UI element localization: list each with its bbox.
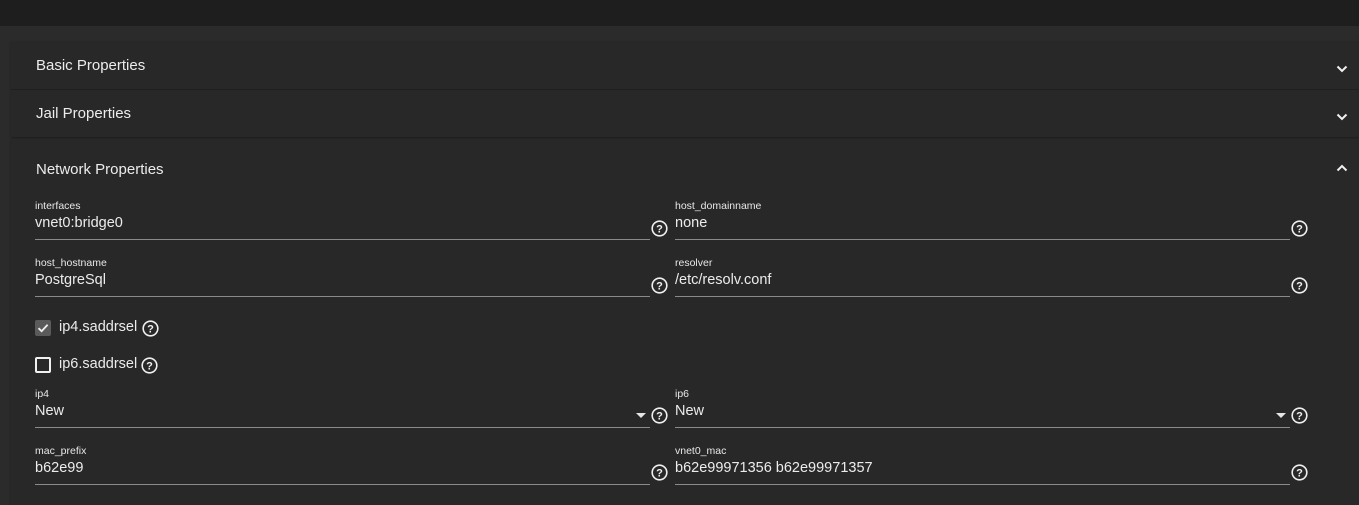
host-domainname-underline	[675, 239, 1290, 240]
svg-text:?: ?	[147, 324, 154, 336]
svg-text:?: ?	[146, 361, 153, 373]
help-circle-icon[interactable]: ?	[651, 220, 668, 237]
host-hostname-label: host_hostname	[35, 257, 107, 269]
vnet0-mac-field[interactable]: vnet0_mac b62e99971356 b62e99971357 ?	[675, 445, 1325, 487]
resolver-field[interactable]: resolver /etc/resolv.conf ?	[675, 257, 1325, 299]
help-circle-icon[interactable]: ?	[1291, 464, 1308, 481]
ip6-saddrsel-checkbox[interactable]	[35, 357, 51, 373]
svg-text:?: ?	[1296, 224, 1303, 236]
host-hostname-underline	[35, 296, 650, 297]
mac-prefix-underline	[35, 484, 650, 485]
interfaces-value[interactable]: vnet0:bridge0	[35, 213, 123, 233]
help-circle-icon[interactable]: ?	[1291, 277, 1308, 294]
panel-title-network: Network Properties	[36, 161, 164, 178]
caret-down-icon[interactable]	[1276, 413, 1286, 418]
mac-prefix-label: mac_prefix	[35, 445, 87, 457]
ip4-saddrsel-label: ip4.saddrsel	[59, 319, 138, 335]
resolver-underline	[675, 296, 1290, 297]
interfaces-field[interactable]: interfaces vnet0:bridge0 ?	[35, 200, 675, 242]
ip6-value[interactable]: New	[675, 401, 704, 421]
svg-text:?: ?	[1296, 468, 1303, 480]
svg-text:?: ?	[656, 224, 663, 236]
ip4-underline	[35, 427, 650, 428]
host-hostname-value[interactable]: PostgreSql	[35, 270, 106, 290]
panel-jail-properties[interactable]: Jail Properties	[11, 90, 1359, 137]
host-hostname-field[interactable]: host_hostname PostgreSql ?	[35, 257, 675, 299]
svg-text:?: ?	[1296, 281, 1303, 293]
mac-prefix-field[interactable]: mac_prefix b62e99 ?	[35, 445, 675, 487]
jail-properties-form: Basic Properties Jail Properties Network…	[11, 41, 1359, 505]
interfaces-label: interfaces	[35, 200, 81, 212]
interfaces-underline	[35, 239, 650, 240]
panel-basic-properties[interactable]: Basic Properties	[11, 41, 1359, 89]
svg-text:?: ?	[656, 281, 663, 293]
help-circle-icon[interactable]: ?	[1291, 220, 1308, 237]
ip6-select[interactable]: ip6 New ?	[675, 388, 1325, 430]
ip6-underline	[675, 427, 1290, 428]
check-icon	[37, 324, 49, 333]
ip6-saddrsel-label: ip6.saddrsel	[59, 356, 138, 372]
host-domainname-value[interactable]: none	[675, 213, 707, 233]
panel-title-basic: Basic Properties	[36, 57, 146, 74]
caret-down-icon[interactable]	[636, 413, 646, 418]
help-circle-icon[interactable]: ?	[651, 277, 668, 294]
svg-text:?: ?	[656, 468, 663, 480]
ip6-label: ip6	[675, 388, 690, 400]
vnet0-mac-label: vnet0_mac	[675, 445, 727, 457]
chevron-up-icon[interactable]	[1334, 160, 1350, 176]
help-circle-icon[interactable]: ?	[141, 357, 158, 374]
host-domainname-field[interactable]: host_domainname none ?	[675, 200, 1325, 242]
svg-text:?: ?	[656, 411, 663, 423]
help-circle-icon[interactable]: ?	[651, 464, 668, 481]
host-domainname-label: host_domainname	[675, 200, 762, 212]
vnet0-mac-value[interactable]: b62e99971356 b62e99971357	[675, 458, 873, 478]
resolver-value[interactable]: /etc/resolv.conf	[675, 270, 771, 290]
top-toolbar	[0, 0, 1359, 26]
chevron-down-icon[interactable]	[1334, 109, 1350, 125]
ip4-value[interactable]: New	[35, 401, 64, 421]
ip4-label: ip4	[35, 388, 50, 400]
resolver-label: resolver	[675, 257, 713, 269]
help-circle-icon[interactable]: ?	[1291, 407, 1308, 424]
panel-network-properties: Network Properties interfaces vnet0:brid…	[11, 139, 1359, 505]
chevron-down-icon[interactable]	[1334, 61, 1350, 77]
panel-title-jail: Jail Properties	[36, 105, 132, 122]
ip4-saddrsel-checkbox[interactable]	[35, 320, 51, 336]
ip4-select[interactable]: ip4 New ?	[35, 388, 675, 430]
mac-prefix-value[interactable]: b62e99	[35, 458, 83, 478]
vnet0-mac-underline	[675, 484, 1290, 485]
help-circle-icon[interactable]: ?	[651, 407, 668, 424]
help-circle-icon[interactable]: ?	[142, 320, 159, 337]
svg-text:?: ?	[1296, 411, 1303, 423]
